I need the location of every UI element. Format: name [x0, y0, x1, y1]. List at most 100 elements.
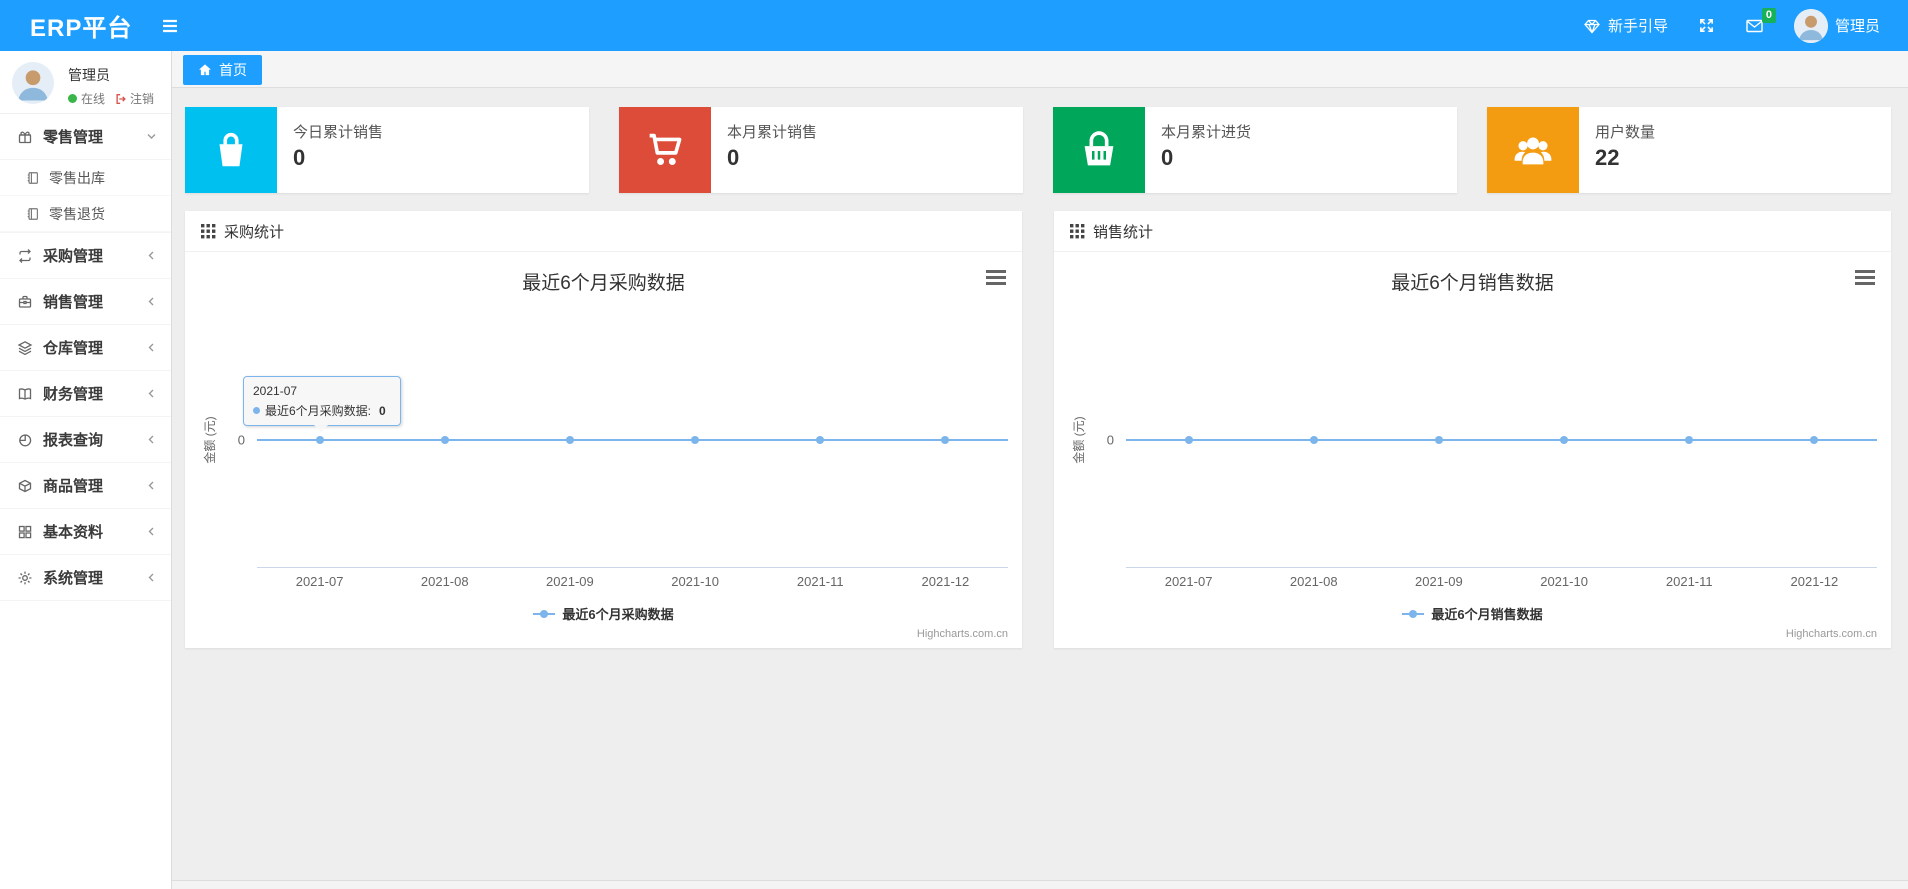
notebook-icon: [27, 171, 38, 184]
stat-card-label: 本月累计进货: [1161, 124, 1252, 141]
sidebar-item-warehouse-management[interactable]: 仓库管理: [0, 325, 171, 371]
sidebar-item-label: 仓库管理: [43, 340, 104, 357]
tab-home[interactable]: 首页: [183, 55, 262, 85]
data-point-marker[interactable]: [1184, 436, 1193, 444]
data-point-marker[interactable]: [1685, 436, 1694, 444]
tooltip-series-dot: [253, 407, 260, 414]
data-point-marker[interactable]: [1560, 436, 1569, 444]
sidebar-item-product-management[interactable]: 商品管理: [0, 463, 171, 509]
sidebar-item-report-query[interactable]: 报表查询: [0, 417, 171, 463]
x-axis-tick-label: 2021-08: [420, 574, 469, 589]
panel-title: 销售统计: [1093, 223, 1154, 241]
data-point-marker[interactable]: [565, 436, 574, 444]
tooltip-category: 2021-07: [253, 384, 298, 398]
top-navbar: ERP平台 新手引导 0 管理员: [0, 0, 1908, 51]
shopping-basket-icon: [1053, 107, 1145, 193]
chevron-left-icon: [146, 296, 157, 307]
chevron-left-icon: [146, 342, 157, 353]
y-axis-tick-label: 0: [237, 432, 245, 448]
chevron-left-icon: [146, 572, 157, 583]
fullscreen-icon: [1700, 19, 1713, 32]
sidebar-item-purchase-management[interactable]: 采购管理: [0, 233, 171, 279]
sidebar-item-label: 财务管理: [43, 386, 104, 403]
sidebar-item-label: 零售出库: [49, 169, 105, 186]
purchase-line-chart: 最近6个月采购数据 金额 (元) 0 2021-07 2021-08 2021-09…: [185, 252, 1022, 647]
stat-card-label: 本月累计销售: [727, 124, 818, 141]
sidebar-item-retail-management[interactable]: 零售管理: [0, 114, 171, 160]
sidebar: 管理员 在线 注销 零售管理 零售出库 零售退货 采购管理 销售管理 仓库管理 …: [0, 51, 172, 889]
tooltip-series-label: 最近6个月采购数据:: [265, 404, 372, 418]
stat-card-label: 用户数量: [1595, 124, 1656, 141]
user-menu[interactable]: 管理员: [1793, 8, 1880, 43]
data-point-marker[interactable]: [315, 436, 324, 444]
highcharts-credits-link[interactable]: Highcharts.com.cn: [1786, 628, 1877, 640]
logout-icon: [116, 93, 126, 104]
x-axis-tick-label: 2021-11: [796, 574, 844, 589]
stat-card-today-sales: 今日累计销售 0: [185, 107, 589, 193]
y-axis-title: 金额 (元): [203, 416, 217, 464]
sidebar-user-avatar: [12, 62, 54, 104]
data-point-marker[interactable]: [691, 436, 700, 444]
sidebar-item-system-management[interactable]: 系统管理: [0, 555, 171, 601]
stat-card-value: 22: [1595, 145, 1620, 170]
stat-card-value: 0: [293, 145, 306, 170]
legend-marker-icon: [533, 609, 556, 618]
online-status-label: 在线: [81, 92, 106, 106]
th-grid-icon: [201, 223, 216, 238]
plot-line: [1126, 436, 1877, 444]
legend-item[interactable]: 最近6个月采购数据: [185, 604, 1022, 623]
sidebar-toggle-button[interactable]: [160, 17, 180, 35]
chart-context-menu-icon[interactable]: [986, 270, 1006, 288]
sidebar-menu: 零售管理 零售出库 零售退货 采购管理 销售管理 仓库管理 财务管理 报表查询 …: [0, 113, 171, 601]
beginner-guide-button[interactable]: 新手引导: [1583, 15, 1668, 36]
logout-link[interactable]: 注销: [115, 90, 154, 107]
x-axis-line: [1126, 567, 1877, 568]
data-point-marker[interactable]: [1309, 436, 1318, 444]
sidebar-item-retail-outbound[interactable]: 零售出库: [0, 160, 171, 196]
tooltip-value: 0: [379, 403, 386, 418]
y-axis-tick-label: 0: [1106, 432, 1114, 448]
data-point-marker[interactable]: [941, 436, 950, 444]
stat-card-value: 0: [1161, 145, 1174, 170]
home-icon: [199, 64, 211, 76]
stat-card-month-sales: 本月累计销售 0: [619, 107, 1023, 193]
legend-label: 最近6个月销售数据: [1431, 607, 1543, 622]
chevron-left-icon: [146, 250, 157, 261]
gift-icon: [18, 131, 32, 143]
map-book-icon: [18, 387, 32, 400]
main-content: 首页 今日累计销售 0 本月累计销售 0 本月累计进货 0 用户数量 22 采购…: [172, 51, 1908, 889]
sidebar-item-basic-data[interactable]: 基本资料: [0, 509, 171, 555]
stat-card-label: 今日累计销售: [293, 124, 384, 141]
content-bottom-strip: [172, 881, 1908, 889]
sidebar-item-finance-management[interactable]: 财务管理: [0, 371, 171, 417]
fullscreen-button[interactable]: [1698, 17, 1715, 34]
chevron-down-icon: [146, 131, 157, 142]
data-point-marker[interactable]: [1434, 436, 1443, 444]
chevron-left-icon: [146, 434, 157, 445]
highcharts-credits-link[interactable]: Highcharts.com.cn: [917, 628, 1008, 640]
legend-item[interactable]: 最近6个月销售数据: [1054, 604, 1891, 623]
message-count-badge: 0: [1761, 7, 1776, 23]
chart-tooltip: 2021-07 最近6个月采购数据: 0: [243, 376, 401, 432]
sidebar-item-label: 零售退货: [49, 205, 105, 222]
legend-label: 最近6个月采购数据: [562, 607, 674, 622]
stat-card-value: 0: [727, 145, 740, 170]
person-photo-icon: [12, 62, 54, 104]
app-logo[interactable]: ERP平台: [30, 8, 132, 43]
shopping-bag-icon: [185, 107, 277, 193]
chevron-left-icon: [146, 480, 157, 491]
plot-line: [257, 436, 1008, 444]
sidebar-username: 管理员: [68, 67, 110, 83]
x-axis-tick-label: 2021-08: [1289, 574, 1338, 589]
sidebar-item-sales-management[interactable]: 销售管理: [0, 279, 171, 325]
chart-context-menu-icon[interactable]: [1855, 270, 1875, 288]
gem-icon: [1584, 19, 1600, 33]
sidebar-item-retail-returns[interactable]: 零售退货: [0, 196, 171, 232]
sidebar-item-label: 销售管理: [43, 294, 104, 311]
gear-icon: [18, 571, 32, 584]
messages-button[interactable]: 0: [1745, 7, 1776, 35]
data-point-marker[interactable]: [440, 436, 449, 444]
data-point-marker[interactable]: [1810, 436, 1819, 444]
x-axis-tick-label: 2021-07: [1164, 574, 1213, 589]
data-point-marker[interactable]: [816, 436, 825, 444]
